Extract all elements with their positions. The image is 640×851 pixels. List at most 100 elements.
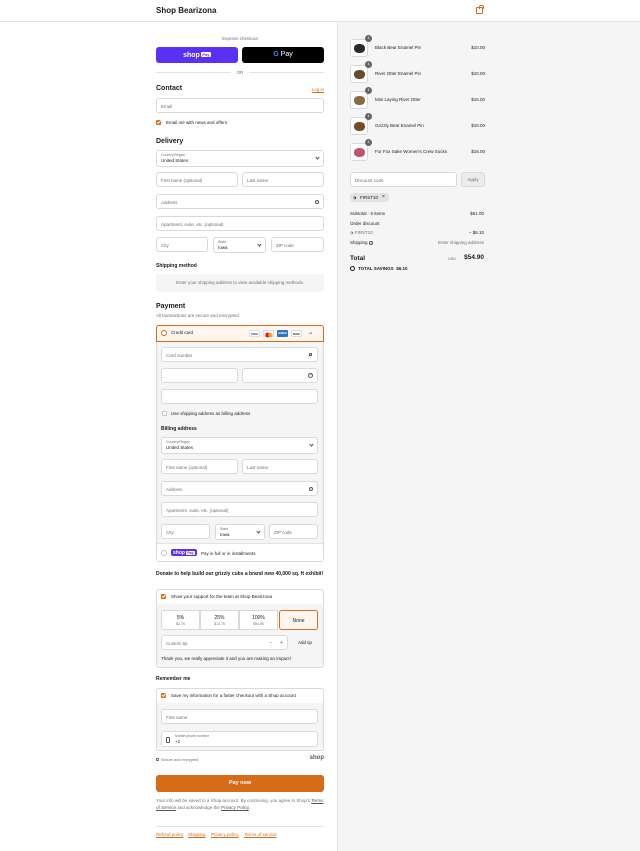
tip-percent: 25% <box>214 615 225 621</box>
tip-option-none[interactable]: None <box>279 610 318 630</box>
shipping-row-label: Shipping <box>350 240 373 245</box>
address-field[interactable]: Address <box>156 194 324 209</box>
search-icon <box>315 199 319 204</box>
shop-pay-logo-text: shop <box>173 549 185 556</box>
apply-button[interactable]: Apply <box>461 172 485 187</box>
donate-heading: Donate to help build our grizzly cubs a … <box>156 571 324 577</box>
help-icon[interactable]: ? <box>308 373 313 378</box>
billing-city-placeholder: City <box>166 529 174 535</box>
subtotal-value: $61.00 <box>470 211 484 216</box>
delivery-heading: Delivery <box>156 138 184 145</box>
custom-tip-field[interactable]: Custom tip − + <box>161 635 288 650</box>
quantity-badge: 1 <box>365 35 372 42</box>
tip-thanks-text: Thank you, we really appreciate it and y… <box>161 656 291 661</box>
plus-icon[interactable]: + <box>280 640 283 646</box>
state-select[interactable]: State Iowa <box>213 237 266 253</box>
tip-option-25[interactable]: 25% $13.75 <box>200 610 239 630</box>
news-checkbox-label: Email me with news and offers <box>166 120 227 125</box>
shipping-value: Enter shipping address <box>437 240 484 245</box>
shipping-method-heading: Shipping method <box>156 263 197 269</box>
support-checkbox[interactable] <box>161 594 166 599</box>
tip-percent: 5% <box>176 615 185 621</box>
help-icon[interactable] <box>368 240 373 245</box>
discount-code-row: ⬗ FIRST10 <box>350 230 373 236</box>
google-pay-button[interactable]: G Pay <box>242 47 324 63</box>
name-on-card-field[interactable] <box>161 389 318 404</box>
legal-and: and acknowledge the <box>177 805 220 810</box>
privacy-link[interactable]: Privacy Policy <box>221 805 249 810</box>
savings-value: $6.10 <box>396 266 408 271</box>
shop-pay-installments-radio[interactable] <box>161 550 167 556</box>
expiration-field[interactable] <box>161 368 238 383</box>
billing-same-checkbox[interactable] <box>162 411 167 416</box>
minus-icon[interactable]: − <box>269 640 272 646</box>
billing-zip-field[interactable]: ZIP code <box>269 524 318 539</box>
product-image <box>354 44 365 53</box>
shop-pay-logo-badge: Pay <box>186 550 195 555</box>
visa-icon: VISA <box>249 330 260 337</box>
discount-value: − $6.10 <box>468 230 484 235</box>
quantity-badge: 1 <box>365 139 372 146</box>
credit-card-radio[interactable] <box>161 330 167 336</box>
footer-link-shipping[interactable]: Shipping <box>188 832 206 837</box>
phone-icon <box>166 736 170 743</box>
mastercard-icon <box>263 330 274 337</box>
shopping-bag-icon[interactable] <box>476 5 484 14</box>
billing-first-name-field[interactable]: First name (optional) <box>161 459 238 474</box>
billing-last-name-field[interactable]: Last name <box>242 459 318 474</box>
country-label: Country/Region <box>161 152 186 157</box>
zip-field[interactable]: ZIP code <box>271 237 324 252</box>
billing-city-field[interactable]: City <box>161 524 210 539</box>
legal-line: Your info will be saved to a Shop accoun… <box>156 798 311 803</box>
google-g-icon: G <box>273 51 279 58</box>
product-name: Grizzly Bear Enamel Pin <box>375 123 424 128</box>
billing-country-select[interactable]: Country/Region United States <box>161 437 318 454</box>
billing-apartment-field[interactable]: Apartment, suite, etc. (optional) <box>161 502 318 517</box>
card-number-field[interactable]: Card number <box>161 347 318 362</box>
tip-option-5[interactable]: 5% $2.75 <box>161 610 200 630</box>
shop-pay-button[interactable]: shop Pay <box>156 47 238 63</box>
product-image <box>354 96 365 105</box>
more-cards-badge: +4 <box>308 331 313 335</box>
tip-percent: None <box>292 618 305 624</box>
product-price: $10.00 <box>471 123 485 128</box>
product-thumbnail <box>350 117 368 135</box>
product-thumbnail <box>350 143 368 161</box>
footer-link-privacy[interactable]: Privacy policy <box>211 832 239 837</box>
apartment-field[interactable]: Apartment, suite, etc. (optional) <box>156 216 324 231</box>
news-checkbox[interactable] <box>156 120 161 125</box>
or-separator: OR <box>236 70 244 75</box>
divider <box>249 72 324 73</box>
country-select[interactable]: Country/Region United States <box>156 150 324 167</box>
store-name[interactable]: Shop Bearizona <box>156 6 216 15</box>
pay-now-button[interactable]: Pay now <box>156 775 324 792</box>
remember-first-name-field[interactable]: First name <box>161 709 318 724</box>
total-value: $54.90 <box>464 254 484 261</box>
product-image <box>354 148 365 157</box>
savings-label: TOTAL SAVINGS <box>358 266 394 271</box>
tip-option-100[interactable]: 100% $54.90 <box>239 610 278 630</box>
last-name-field[interactable]: Last name <box>242 172 324 187</box>
secure-text: Secure and encrypted <box>161 757 199 762</box>
footer-link-terms[interactable]: Terms of service <box>244 832 277 837</box>
discount-code-field[interactable]: Discount code <box>350 172 457 187</box>
city-field[interactable]: City <box>156 237 208 252</box>
billing-zip-placeholder: ZIP code <box>274 529 292 535</box>
savings-row: TOTAL SAVINGS $6.10 <box>358 266 407 271</box>
credit-card-label: Credit card <box>171 330 194 335</box>
billing-state-select[interactable]: State Iowa <box>215 524 265 540</box>
mobile-phone-field[interactable]: Mobile phone number +1 <box>161 731 318 747</box>
email-field[interactable]: Email <box>156 98 324 113</box>
shop-pay-logo: shop Pay <box>171 549 197 556</box>
save-info-label: Save my information for a faster checkou… <box>171 693 296 698</box>
save-info-checkbox[interactable] <box>161 693 166 698</box>
billing-address-field[interactable]: Address <box>161 481 318 496</box>
first-name-field[interactable]: First name (optional) <box>156 172 238 187</box>
close-icon[interactable]: × <box>382 194 385 200</box>
security-code-field[interactable]: ? <box>242 368 318 383</box>
remember-me-heading: Remember me <box>156 676 191 682</box>
apartment-placeholder: Apartment, suite, etc. (optional) <box>161 221 224 227</box>
footer-link-refund[interactable]: Refund policy <box>156 832 183 837</box>
add-tip-button[interactable]: Add tip <box>298 640 312 645</box>
login-link[interactable]: Log in <box>300 87 324 92</box>
